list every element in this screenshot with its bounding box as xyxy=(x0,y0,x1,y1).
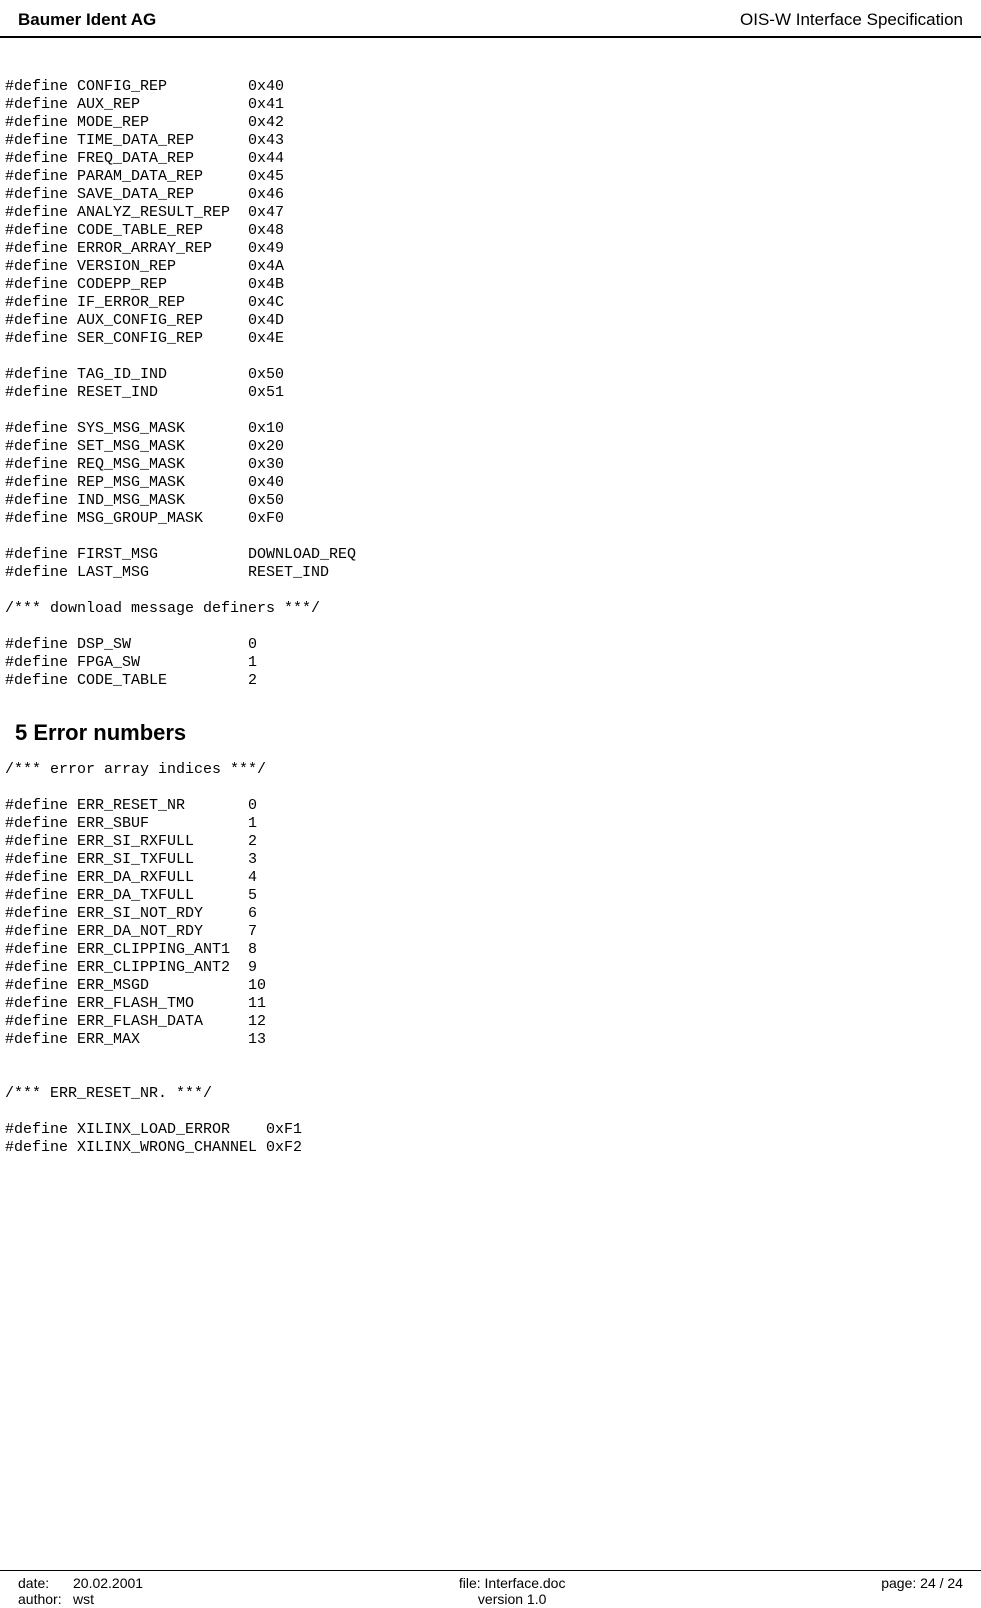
footer-page: page: 24 / 24 xyxy=(881,1575,963,1591)
code-block-defines-2: /*** error array indices ***/ #define ER… xyxy=(5,761,963,1157)
page-header: Baumer Ident AG OIS-W Interface Specific… xyxy=(0,0,981,38)
footer-date-value: 20.02.2001 xyxy=(73,1575,143,1591)
footer-date-label: date: xyxy=(18,1575,73,1591)
footer-version: version 1.0 xyxy=(459,1591,566,1607)
footer-left: date: 20.02.2001 author: wst xyxy=(18,1575,143,1607)
section-heading-error-numbers: 5 Error numbers xyxy=(15,720,963,746)
page-footer: date: 20.02.2001 author: wst file: Inter… xyxy=(0,1570,981,1607)
footer-center: file: Interface.doc version 1.0 xyxy=(459,1575,566,1607)
code-block-defines-1: #define CONFIG_REP 0x40 #define AUX_REP … xyxy=(5,78,963,690)
footer-author-value: wst xyxy=(73,1591,94,1607)
footer-author-label: author: xyxy=(18,1591,73,1607)
header-company: Baumer Ident AG xyxy=(18,10,156,30)
header-title: OIS-W Interface Specification xyxy=(740,10,963,30)
page-content: #define CONFIG_REP 0x40 #define AUX_REP … xyxy=(0,38,981,1167)
footer-right: page: 24 / 24 xyxy=(881,1575,963,1607)
footer-file: file: Interface.doc xyxy=(459,1575,566,1591)
